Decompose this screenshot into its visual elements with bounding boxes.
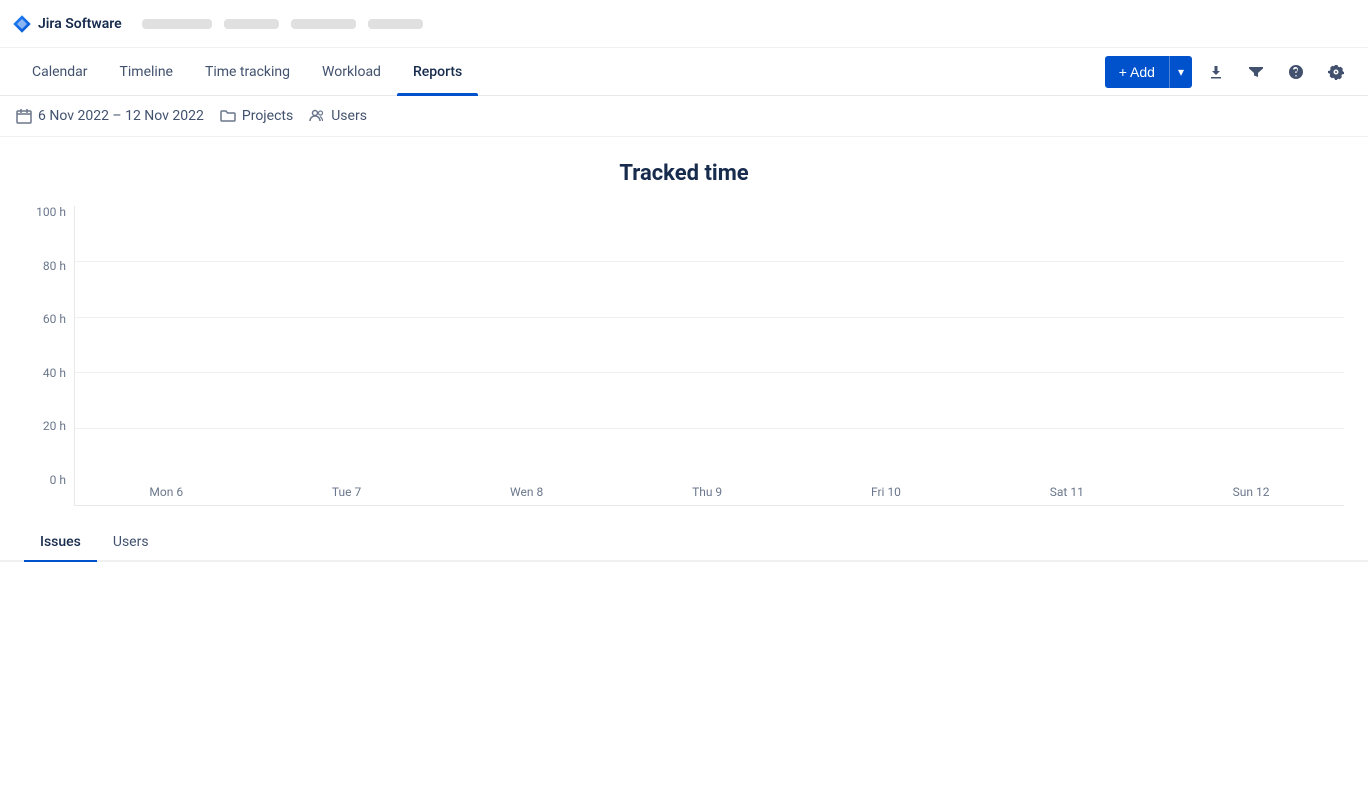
x-label-sun12: Sun 12 (1233, 485, 1270, 505)
add-dropdown-button[interactable]: ▾ (1169, 56, 1192, 88)
y-label-60h: 60 h (24, 313, 74, 325)
bottom-tabs: Issues Users (0, 522, 1368, 562)
tab-calendar[interactable]: Calendar (16, 48, 104, 96)
chart-plot: Mon 6 Tue 7 Wen 8 Thu 9 Fri 10 Sat 11 Su… (74, 206, 1344, 506)
chart-container: 0 h 20 h 40 h 60 h 80 h 100 h Mon 6 Tue … (24, 206, 1344, 506)
x-axis: Mon 6 Tue 7 Wen 8 Thu 9 Fri 10 Sat 11 Su… (75, 485, 1344, 505)
x-label-sat11: Sat 11 (1050, 485, 1084, 505)
bottom-tab-users[interactable]: Users (97, 522, 165, 562)
download-icon (1208, 64, 1224, 80)
jira-logo-icon (12, 14, 32, 34)
x-label-thu9: Thu 9 (692, 485, 722, 505)
settings-icon (1328, 64, 1344, 80)
y-label-100h: 100 h (24, 206, 74, 218)
skeleton-3 (291, 19, 356, 29)
filter-icon (1248, 64, 1264, 80)
grid-line-60 (75, 317, 1344, 318)
grid-line-80 (75, 261, 1344, 262)
nav-tabs: Calendar Timeline Time tracking Workload… (16, 48, 1105, 96)
x-label-mon6: Mon 6 (149, 485, 183, 505)
date-range-filter[interactable]: 6 Nov 2022 – 12 Nov 2022 (16, 108, 204, 124)
grid-line-40 (75, 372, 1344, 373)
help-icon (1288, 64, 1304, 80)
skeleton-1 (142, 19, 212, 29)
topbar-nav-skeletons (142, 19, 423, 29)
users-icon (309, 108, 325, 124)
projects-label: Projects (242, 108, 293, 124)
chevron-down-icon: ▾ (1178, 65, 1184, 79)
bottom-tab-issues[interactable]: Issues (24, 522, 97, 562)
users-label: Users (331, 108, 367, 124)
download-button[interactable] (1200, 56, 1232, 88)
y-axis: 0 h 20 h 40 h 60 h 80 h 100 h (24, 206, 74, 506)
filter-button[interactable] (1240, 56, 1272, 88)
grid-line-20 (75, 428, 1344, 429)
settings-button[interactable] (1320, 56, 1352, 88)
skeleton-2 (224, 19, 279, 29)
grid-lines (75, 206, 1344, 485)
projects-filter[interactable]: Projects (220, 108, 293, 124)
topbar: Jira Software (0, 0, 1368, 48)
y-label-80h: 80 h (24, 260, 74, 272)
help-button[interactable] (1280, 56, 1312, 88)
y-label-20h: 20 h (24, 420, 74, 432)
x-label-tue7: Tue 7 (332, 485, 361, 505)
date-range-label: 6 Nov 2022 – 12 Nov 2022 (38, 108, 204, 124)
tab-time-tracking[interactable]: Time tracking (189, 48, 306, 96)
tab-timeline[interactable]: Timeline (104, 48, 189, 96)
tab-workload[interactable]: Workload (306, 48, 397, 96)
app-logo[interactable]: Jira Software (12, 14, 122, 34)
topbar-actions: + Add ▾ (1105, 56, 1352, 88)
skeleton-4 (368, 19, 423, 29)
chart-area: Tracked time 0 h 20 h 40 h 60 h 80 h 100… (0, 137, 1368, 506)
x-label-fri10: Fri 10 (871, 485, 901, 505)
filter-bar: 6 Nov 2022 – 12 Nov 2022 Projects Users (0, 96, 1368, 137)
main-nav: Calendar Timeline Time tracking Workload… (0, 48, 1368, 96)
folder-icon (220, 108, 236, 124)
users-filter[interactable]: Users (309, 108, 367, 124)
x-label-wen8: Wen 8 (510, 485, 543, 505)
tab-reports[interactable]: Reports (397, 48, 478, 96)
y-label-0h: 0 h (24, 474, 74, 486)
chart-title: Tracked time (24, 161, 1344, 186)
y-label-40h: 40 h (24, 367, 74, 379)
add-button[interactable]: + Add (1105, 56, 1169, 88)
calendar-icon (16, 108, 32, 124)
app-logo-text: Jira Software (38, 16, 122, 32)
